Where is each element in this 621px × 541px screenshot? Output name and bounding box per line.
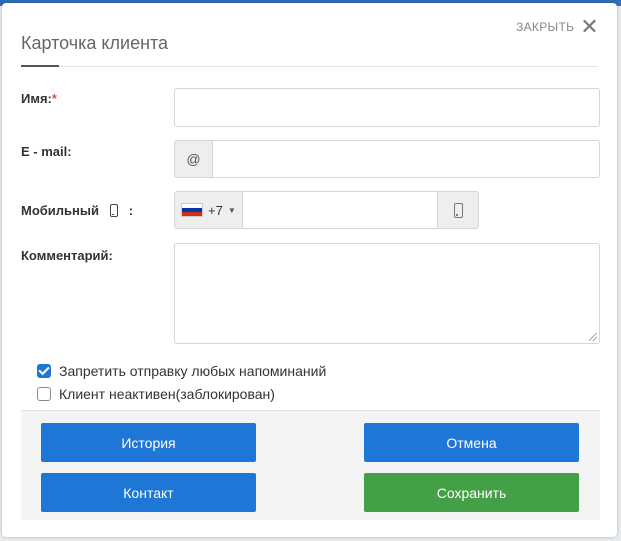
checkbox-client-inactive[interactable]: Клиент неактивен(заблокирован) xyxy=(37,386,275,402)
dialog-title: Карточка клиента xyxy=(21,33,169,53)
resize-handle[interactable] xyxy=(589,333,597,341)
email-at-addon: @ xyxy=(174,140,212,178)
mobile-label: Мобильный : xyxy=(21,203,134,218)
mobile-phone-icon xyxy=(109,204,118,217)
phone-input[interactable] xyxy=(242,191,438,229)
title-divider xyxy=(21,65,598,67)
history-button[interactable]: История xyxy=(41,423,256,462)
comment-label: Комментарий: xyxy=(21,248,113,263)
phone-country-selector[interactable]: +7 ▼ xyxy=(174,191,242,229)
contact-button[interactable]: Контакт xyxy=(41,473,256,512)
cancel-button[interactable]: Отмена xyxy=(364,423,579,462)
chevron-down-icon: ▼ xyxy=(227,205,236,215)
save-button[interactable]: Сохранить xyxy=(364,473,579,512)
comment-textarea[interactable] xyxy=(174,243,600,344)
checkbox-disable-reminders[interactable]: Запретить отправку любых напоминаний xyxy=(37,363,326,379)
phone-icon xyxy=(453,202,463,218)
required-mark: * xyxy=(51,91,57,106)
close-button[interactable]: ЗАКРЫТЬ ✕ xyxy=(516,14,599,39)
phone-addon xyxy=(438,191,479,229)
name-input[interactable] xyxy=(174,88,600,127)
phone-country-code: +7 xyxy=(208,202,223,218)
dialog-footer: История Отмена Контакт Сохранить xyxy=(21,410,600,520)
email-label: E - mail: xyxy=(21,144,72,159)
close-icon: ✕ xyxy=(580,14,599,39)
email-input[interactable] xyxy=(212,140,600,178)
client-card-dialog: ЗАКРЫТЬ ✕ Карточка клиента Имя:* E - mai… xyxy=(2,3,617,537)
name-label: Имя:* xyxy=(21,91,57,106)
russia-flag-icon xyxy=(181,203,203,217)
checkbox-checked-icon[interactable] xyxy=(37,364,51,378)
close-label: ЗАКРЫТЬ xyxy=(516,20,575,34)
checkbox-unchecked-icon[interactable] xyxy=(37,387,51,401)
